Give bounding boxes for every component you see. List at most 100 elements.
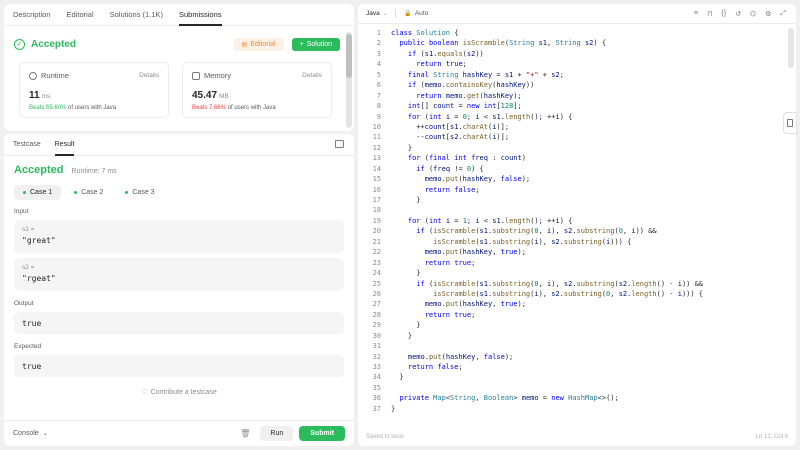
- code-line[interactable]: 9 for (int i = 0; i < s1.length(); ++i) …: [358, 112, 786, 122]
- code-line[interactable]: 26 isScramble(s1.substring(i), s2.substr…: [358, 289, 786, 299]
- submit-button[interactable]: Submit: [299, 426, 345, 441]
- code-line[interactable]: 21 isScramble(s1.substring(i), s2.substr…: [358, 237, 786, 247]
- line-number: 14: [372, 164, 381, 173]
- code-line[interactable]: 2 public boolean isScramble(String s1, S…: [358, 38, 786, 48]
- code-line[interactable]: 5 final String hashKey = s1 + "+" + s2;: [358, 70, 786, 80]
- code-line[interactable]: 34 }: [358, 372, 786, 382]
- code-line[interactable]: 31: [358, 341, 786, 351]
- code-line[interactable]: 6 if (memo.containsKey(hashKey)): [358, 80, 786, 90]
- code-line[interactable]: 14 if (freq != 0) {: [358, 164, 786, 174]
- trash-icon[interactable]: 🗑: [240, 429, 250, 438]
- runtime-card[interactable]: Runtime Details 11 ms Beats 55.60% of use…: [19, 62, 169, 118]
- language-select[interactable]: Java ⌄: [366, 10, 387, 17]
- code-line[interactable]: 11 --count[s2.charAt(i)];: [358, 132, 786, 142]
- memory-details-link[interactable]: Details: [302, 72, 322, 79]
- memory-card[interactable]: Memory Details 45.47 MB Beats 7.68% of us…: [182, 62, 332, 118]
- submission-scrollbar[interactable]: [346, 32, 352, 128]
- solution-button[interactable]: + Solution: [291, 37, 340, 51]
- horizontal-split-handle[interactable]: [175, 129, 185, 132]
- code-line[interactable]: 25 if (isScramble(s1.substring(0, i), s2…: [358, 279, 786, 289]
- case-tab-1[interactable]: Case 1: [14, 185, 62, 200]
- console-panel: Testcase Result Accepted Runtime: 7 ms C…: [4, 134, 354, 446]
- code-line[interactable]: 35: [358, 383, 786, 393]
- editor-scrollbar[interactable]: [788, 28, 794, 424]
- code-text: isScramble(s1.substring(i), s2.substring…: [433, 237, 632, 246]
- code-line[interactable]: 3 if (s1.equals(s2)): [358, 49, 786, 59]
- code-line[interactable]: 27 memo.put(hashKey, true);: [358, 299, 786, 309]
- code-text: return false;: [424, 185, 480, 194]
- collapse-panel-icon[interactable]: [335, 140, 344, 148]
- code-line[interactable]: 18: [358, 205, 786, 215]
- code-line[interactable]: 20 if (isScramble(s1.substring(0, i), s2…: [358, 226, 786, 236]
- runtime-details-link[interactable]: Details: [139, 72, 159, 79]
- code-text: isScramble(s1.substring(i), s2.substring…: [433, 289, 704, 298]
- code-line[interactable]: 4 return true;: [358, 59, 786, 69]
- line-number: 16: [372, 185, 381, 194]
- code-line[interactable]: 28 return true;: [358, 310, 786, 320]
- code-line[interactable]: 17 }: [358, 195, 786, 205]
- code-line[interactable]: 36 private Map<String, Boolean> memo = n…: [358, 393, 786, 403]
- expected-value: true: [22, 362, 42, 371]
- input-value: "rgeat": [22, 274, 56, 283]
- vertical-split-handle[interactable]: [354, 210, 357, 220]
- code-line[interactable]: 7 return memo.get(hashKey);: [358, 91, 786, 101]
- code-line[interactable]: 30 }: [358, 331, 786, 341]
- bookmark-icon[interactable]: ⊓: [707, 10, 712, 18]
- code-area[interactable]: 1 class Solution {2 public boolean isScra…: [358, 28, 786, 414]
- case-tab-2[interactable]: Case 2: [65, 185, 112, 200]
- code-line[interactable]: 10 ++count[s1.charAt(i)];: [358, 122, 786, 132]
- code-line[interactable]: 33 return false;: [358, 362, 786, 372]
- contribute-testcase-link[interactable]: ♡ Contribute a testcase: [4, 388, 354, 396]
- console-toggle[interactable]: Console ⌄: [13, 430, 48, 437]
- code-line[interactable]: 15 memo.put(hashKey, false);: [358, 174, 786, 184]
- code-line[interactable]: 29 }: [358, 320, 786, 330]
- console-tabs: Testcase Result: [4, 134, 354, 156]
- code-text: }: [391, 269, 421, 278]
- line-number: 28: [372, 310, 381, 319]
- editor-status-bar: Saved to local Ln 12, Col 6: [358, 428, 796, 446]
- code-line[interactable]: 22 memo.put(hashKey, true);: [358, 247, 786, 257]
- code-line[interactable]: 13 for (final int freq : count): [358, 153, 786, 163]
- editorial-button[interactable]: ▤ Editorial: [233, 37, 284, 51]
- scrollbar-thumb[interactable]: [788, 28, 794, 68]
- code-line[interactable]: 32 memo.put(hashKey, false);: [358, 352, 786, 362]
- code-line[interactable]: 1 class Solution {: [358, 28, 786, 38]
- braces-icon[interactable]: {}: [721, 10, 726, 18]
- auto-label: Auto: [414, 10, 429, 17]
- tab-editorial[interactable]: Editorial: [67, 4, 94, 26]
- code-line[interactable]: 19 for (int i = 1; i < s1.length(); ++i)…: [358, 216, 786, 226]
- notes-icon[interactable]: ≡: [694, 10, 698, 18]
- code-line[interactable]: 8 int[] count = new int[128];: [358, 101, 786, 111]
- code-line[interactable]: 24 }: [358, 268, 786, 278]
- format-icon[interactable]: ⌬: [750, 10, 756, 18]
- memory-beats-suffix: of users with Java: [227, 105, 276, 111]
- fullscreen-icon[interactable]: ⤢: [780, 10, 786, 18]
- code-text: memo.put(hashKey, false);: [424, 175, 531, 184]
- line-number: 19: [372, 216, 381, 225]
- code-text: return memo.get(hashKey);: [416, 91, 522, 100]
- editor-toolbar: Java ⌄ 🔒 Auto ≡ ⊓ {} ↺ ⌬ ⚙ ⤢: [358, 4, 796, 24]
- line-number: 11: [372, 133, 381, 142]
- run-button[interactable]: Run: [260, 426, 294, 441]
- code-text: return true;: [424, 310, 476, 319]
- tab-testcase[interactable]: Testcase: [13, 134, 41, 156]
- tab-submissions[interactable]: Submissions: [179, 4, 222, 26]
- code-line[interactable]: 16 return false;: [358, 185, 786, 195]
- code-line[interactable]: 37}: [358, 404, 786, 414]
- tab-description[interactable]: Description: [13, 4, 51, 26]
- tab-solutions[interactable]: Solutions (1.1K): [110, 4, 163, 26]
- scrollbar-thumb[interactable]: [346, 34, 352, 78]
- reset-icon[interactable]: ↺: [735, 10, 741, 18]
- line-number: 30: [372, 331, 381, 340]
- code-line[interactable]: 23 return true;: [358, 258, 786, 268]
- line-number: 9: [376, 112, 381, 121]
- side-notes-tab[interactable]: [783, 112, 797, 134]
- line-number: 13: [372, 154, 381, 163]
- line-number: 24: [372, 269, 381, 278]
- code-line[interactable]: 12 }: [358, 143, 786, 153]
- auto-mode-toggle[interactable]: 🔒 Auto: [404, 10, 428, 17]
- case-tab-3[interactable]: Case 3: [116, 185, 163, 200]
- tab-result[interactable]: Result: [54, 134, 74, 156]
- settings-icon[interactable]: ⚙: [765, 10, 771, 18]
